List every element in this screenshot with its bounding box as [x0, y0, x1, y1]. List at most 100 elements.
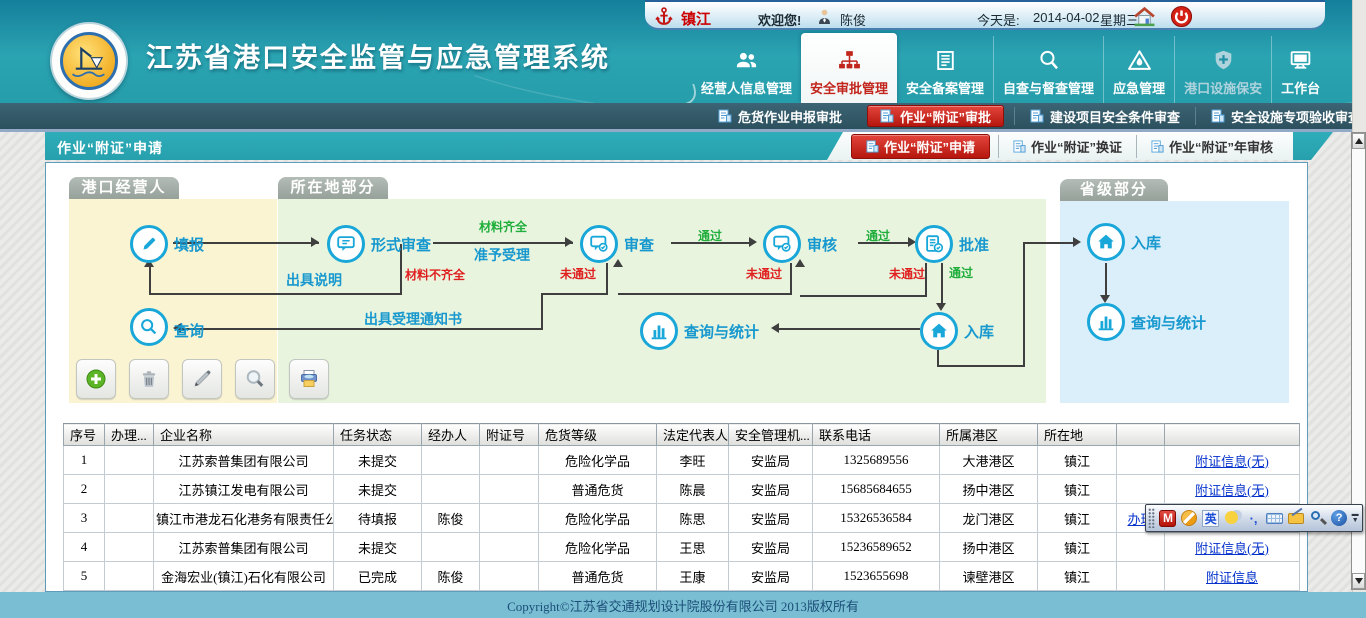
- tab-cert-renew[interactable]: 作业“附证”换证: [998, 135, 1136, 158]
- table-cell: 1325689556: [813, 446, 940, 475]
- table-row[interactable]: 4江苏索普集团有限公司未提交危险化学品王思安监局15236589652扬中港区镇…: [64, 533, 1300, 562]
- system-logo: [50, 22, 128, 100]
- edge-label-fail-1: 未通过: [560, 265, 596, 282]
- table-cell: [105, 446, 154, 475]
- tab-cert-apply[interactable]: 作业“附证”申请: [851, 134, 990, 159]
- table-cell: 王思: [657, 533, 729, 562]
- grip-handle[interactable]: [1148, 508, 1155, 528]
- table-cell: 李旺: [657, 446, 729, 475]
- edge-label-accept: 准予受理: [474, 245, 530, 265]
- subnav-facility-acceptance-review[interactable]: 安全设施专项验收审查: [1195, 107, 1366, 125]
- table-cell: 安监局: [729, 475, 813, 504]
- table-cell: 待填报: [334, 504, 422, 533]
- search-button[interactable]: [235, 359, 275, 399]
- flow-line: [606, 263, 608, 295]
- nav-tab-workbench[interactable]: 工作台: [1271, 36, 1329, 103]
- table-row[interactable]: 3镇江市港龙石化港务有限责任公待填报陈俊危险化学品陈思安监局1532653658…: [64, 504, 1300, 533]
- user-name: 陈俊: [840, 10, 866, 29]
- records-table: 序号办理...企业名称任务状态经办人附证号危货等级法定代表人安全管理机...联系…: [63, 423, 1299, 591]
- flow-line: [181, 328, 541, 330]
- nav-tab-emergency[interactable]: 应急管理: [1103, 36, 1174, 103]
- edit-button[interactable]: [182, 359, 222, 399]
- node-label: 形式审查: [371, 234, 431, 255]
- table-cell: 附证信息(无): [1165, 475, 1300, 504]
- table-cell: 普通危货: [539, 475, 657, 504]
- bar-chart-icon: [648, 320, 670, 342]
- halfwidth-moon-icon[interactable]: [1222, 507, 1242, 529]
- column-header: 法定代表人: [657, 424, 729, 446]
- column-header: 危货等级: [539, 424, 657, 446]
- table-cell: 镇江: [1038, 533, 1117, 562]
- minimize-icon[interactable]: ▬▼: [1350, 507, 1360, 529]
- table-cell: 未提交: [334, 446, 422, 475]
- subnav-attached-cert-approval[interactable]: 作业“附证”审批: [867, 105, 1004, 127]
- anchor-icon: [653, 6, 675, 28]
- nav-tab-safety-approval[interactable]: 安全审批管理: [801, 33, 897, 103]
- table-cell: 陈俊: [422, 504, 480, 533]
- page-tabs: 作业“附证”申请 作业“附证”换证 作业“附证”年审核: [827, 132, 1293, 160]
- edge-label-material-ok: 材料齐全: [479, 218, 527, 235]
- flow-line: [541, 293, 543, 330]
- power-logout-icon[interactable]: [1170, 5, 1193, 28]
- flow-node-review: [580, 225, 618, 263]
- help-icon[interactable]: ?: [1329, 507, 1349, 529]
- ime-search-icon[interactable]: [1308, 507, 1328, 529]
- scroll-down-button[interactable]: [1352, 573, 1365, 589]
- search-icon: [243, 367, 267, 391]
- flow-node-query: [130, 308, 168, 346]
- delete-button[interactable]: [129, 359, 169, 399]
- scroll-up-button[interactable]: [1352, 133, 1365, 149]
- table-cell: 安监局: [729, 533, 813, 562]
- page-title: 作业“附证”申请: [57, 138, 163, 158]
- arrowhead: [565, 237, 573, 247]
- nav-tab-operators[interactable]: 经营人信息管理: [692, 36, 801, 103]
- column-header: 任务状态: [334, 424, 422, 446]
- flow-line: [618, 293, 792, 295]
- approval-sitemap-icon: [836, 48, 863, 73]
- audit-check-icon: [588, 233, 610, 255]
- nav-tab-self-inspection[interactable]: 自查与督查管理: [993, 36, 1103, 103]
- print-button[interactable]: [289, 359, 329, 399]
- document-icon: [1211, 109, 1225, 123]
- english-mode-icon[interactable]: 英: [1201, 507, 1221, 529]
- node-label: 入库: [1131, 232, 1161, 253]
- record-link[interactable]: 附证信息(无): [1195, 541, 1269, 556]
- table-cell: 龙门港区: [940, 504, 1038, 533]
- record-link[interactable]: 附证信息: [1206, 570, 1258, 585]
- table-row[interactable]: 1江苏索普集团有限公司未提交危险化学品李旺安监局1325689556大港港区镇江…: [64, 446, 1300, 475]
- ime-logo-icon[interactable]: M: [1158, 507, 1178, 529]
- subnav-dangerous-goods-approval[interactable]: 危货作业申报审批: [703, 107, 857, 125]
- flow-node-fill-report: [130, 225, 168, 263]
- table-cell: [1117, 446, 1165, 475]
- ime-language-bar[interactable]: M 英 ·, ? ▬▼: [1145, 504, 1363, 532]
- emergency-warning-icon: [1126, 48, 1153, 73]
- toolbox-icon[interactable]: [1286, 507, 1306, 529]
- pencil-icon: [138, 233, 160, 255]
- table-row[interactable]: 5金海宏业(镇江)石化有限公司已完成陈俊普通危货王康安监局1523655698谏…: [64, 562, 1300, 591]
- subnav-construction-safety-review[interactable]: 建设项目安全条件审查: [1014, 107, 1195, 125]
- copyright-text: Copyright©江苏省交通规划设计院股份有限公司 2013版权所有: [507, 596, 859, 615]
- table-cell: 附证信息: [1165, 562, 1300, 591]
- record-link[interactable]: 附证信息(无): [1195, 483, 1269, 498]
- home-icon[interactable]: [1133, 5, 1156, 28]
- section-header-province: 省级部分: [1060, 179, 1168, 201]
- tab-cert-annual-review[interactable]: 作业“附证”年审核: [1136, 135, 1287, 158]
- nav-tab-safety-filing[interactable]: 安全备案管理: [897, 36, 993, 103]
- edge-label-issue-notice: 出具受理通知书: [364, 309, 462, 329]
- filing-document-icon: [932, 48, 959, 73]
- prohibit-icon[interactable]: [1179, 507, 1199, 529]
- table-cell: 镇江: [1038, 446, 1117, 475]
- nav-tab-port-security[interactable]: 港口设施保安: [1174, 36, 1271, 103]
- flow-node-approve: [915, 225, 953, 263]
- record-link[interactable]: 附证信息(无): [1195, 454, 1269, 469]
- comment-icon: [335, 233, 357, 255]
- punctuation-icon[interactable]: ·,: [1243, 507, 1263, 529]
- table-row[interactable]: 2江苏镇江发电有限公司未提交普通危货陈晨安监局15685684655扬中港区镇江…: [64, 475, 1300, 504]
- table-cell: [480, 446, 539, 475]
- soft-keyboard-icon[interactable]: [1265, 507, 1285, 529]
- table-cell: 安监局: [729, 562, 813, 591]
- node-label: 入库: [964, 321, 994, 342]
- table-cell: 已完成: [334, 562, 422, 591]
- table-cell: 危险化学品: [539, 446, 657, 475]
- add-button[interactable]: [76, 359, 116, 399]
